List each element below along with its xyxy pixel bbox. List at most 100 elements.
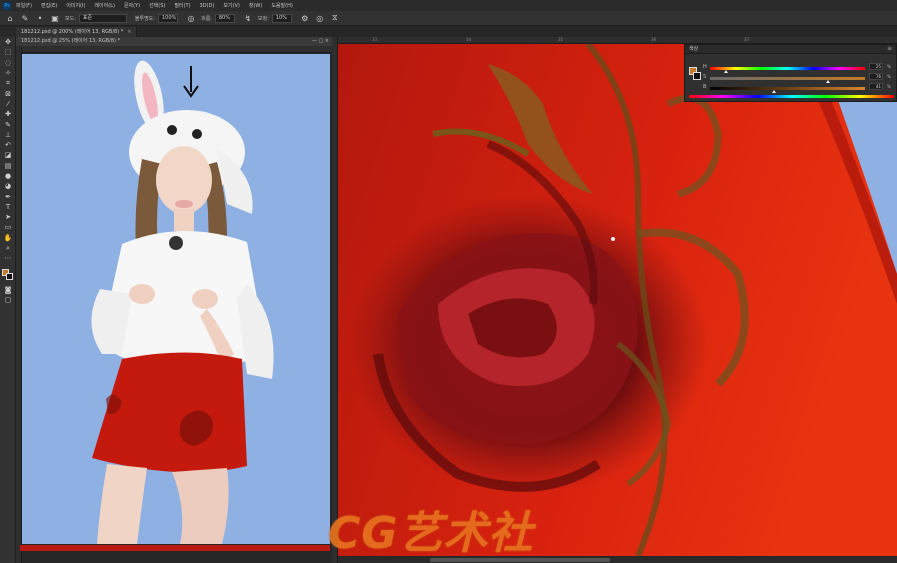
type-icon[interactable]: T	[0, 202, 16, 212]
left-document-title-text: 181212.psd @ 25% (레이어 13, RGB/8) *	[21, 38, 121, 44]
right-ruler-horizontal: 33 34 35 36 37	[338, 37, 897, 44]
quick-mask-icon[interactable]: ◙	[0, 285, 16, 295]
right-canvas-zoomed[interactable]	[338, 44, 897, 556]
saturation-value[interactable]: 76	[869, 73, 883, 80]
smoothing-label: 보정:	[257, 15, 269, 22]
pressure-opacity-icon[interactable]: ◎	[186, 13, 196, 23]
pressure-size-icon[interactable]: ◎	[315, 13, 325, 23]
hue-track[interactable]	[710, 67, 865, 70]
ruler-tick-label: 36	[651, 37, 657, 42]
marquee-icon[interactable]: ⬚	[0, 47, 16, 57]
menu-select[interactable]: 선택(S)	[149, 2, 165, 9]
brightness-label: B	[703, 84, 707, 90]
home-icon[interactable]: ⌂	[5, 13, 15, 23]
opacity-label: 불투명도:	[134, 15, 155, 22]
tools-panel: ✥ ⬚ ◌ ✧ ⌗ ⊠ ⁄ ✚ ✎ ⊥ ↶ ◪ ▤ ● ◕ ✒ T ➤ ▭ ✋ …	[0, 37, 16, 563]
symmetry-icon[interactable]: ⧖	[330, 13, 340, 23]
menu-layer[interactable]: 레이어(L)	[94, 2, 115, 9]
left-canvas-scroll-indicator[interactable]	[20, 545, 330, 551]
gradient-icon[interactable]: ▤	[0, 161, 16, 171]
more-icon[interactable]: ⋯	[0, 253, 16, 263]
brightness-unit: %	[887, 84, 891, 89]
crop-icon[interactable]: ⌗	[0, 78, 16, 88]
window-controls-icon[interactable]: — ▢ ×	[312, 37, 329, 46]
mode-label: 모드:	[65, 15, 76, 22]
saturation-thumb[interactable]	[825, 80, 830, 83]
options-bar: ⌂ ✎ • ▣ 모드: 표준 불투명도: 100% ◎ 흐름: 80% ↯ 보정…	[0, 11, 897, 26]
tab-document[interactable]: 181212.psd @ 200% (레이어 13, RGB/8) * ×	[16, 27, 138, 37]
menu-view[interactable]: 보기(V)	[223, 2, 240, 9]
ruler-tick-label: 37	[744, 37, 750, 42]
menu-type[interactable]: 문자(Y)	[124, 2, 140, 9]
hue-unit: %	[887, 64, 891, 69]
saturation-track[interactable]	[710, 77, 865, 80]
brightness-track[interactable]	[710, 87, 865, 90]
path-select-icon[interactable]: ➤	[0, 212, 16, 222]
zoom-icon[interactable]: ⌕	[0, 243, 16, 253]
hue-value[interactable]: 25	[869, 63, 883, 70]
move-icon[interactable]: ✥	[0, 37, 16, 47]
illustration-girl-in-bunny-hood	[91, 60, 274, 544]
saturation-slider[interactable]: S 76 %	[703, 73, 895, 83]
hue-thumb[interactable]	[723, 70, 728, 73]
airbrush-icon[interactable]: ↯	[243, 13, 253, 23]
flow-field[interactable]: 80%	[214, 13, 235, 23]
menu-3d[interactable]: 3D(D)	[200, 3, 215, 9]
hue-slider[interactable]: H 25 %	[703, 63, 895, 73]
menu-edit[interactable]: 편집(E)	[41, 2, 57, 9]
brightness-thumb[interactable]	[771, 90, 776, 93]
left-canvas[interactable]	[22, 54, 330, 544]
menu-file[interactable]: 파일(F)	[16, 2, 32, 9]
menu-bar: Ps 파일(F) 편집(E) 이미지(I) 레이어(L) 문자(Y) 선택(S)…	[0, 0, 897, 11]
menu-help[interactable]: 도움말(H)	[271, 2, 292, 9]
pen-icon[interactable]: ✒	[0, 191, 16, 201]
brightness-value[interactable]: 41	[869, 83, 883, 90]
lasso-icon[interactable]: ◌	[0, 58, 16, 68]
history-brush-icon[interactable]: ↶	[0, 140, 16, 150]
healing-icon[interactable]: ✚	[0, 109, 16, 119]
smoothing-field[interactable]: 10%	[271, 13, 292, 23]
brightness-slider[interactable]: B 41 %	[703, 83, 895, 93]
background-color-swatch[interactable]	[6, 273, 13, 280]
eraser-icon[interactable]: ◪	[0, 150, 16, 160]
photoshop-logo[interactable]: Ps	[3, 1, 11, 10]
brush-preset-icon[interactable]: ✎	[20, 13, 30, 23]
left-document-title: 181212.psd @ 25% (레이어 13, RGB/8) * — ▢ ×	[16, 37, 332, 46]
hue-label: H	[703, 64, 707, 70]
saturation-label: S	[703, 74, 707, 80]
frame-icon[interactable]: ⊠	[0, 88, 16, 98]
color-spectrum-bar[interactable]	[689, 95, 894, 98]
menu-window[interactable]: 창(W)	[249, 2, 262, 9]
dodge-icon[interactable]: ◕	[0, 181, 16, 191]
color-panel: 색상 ≡ H 25 % S 76 % B 41 %	[684, 44, 897, 102]
color-panel-title[interactable]: 색상	[689, 46, 698, 52]
smoothing-options-icon[interactable]: ⚙	[300, 13, 310, 23]
panel-menu-icon[interactable]: ≡	[887, 45, 892, 53]
blur-icon[interactable]: ●	[0, 171, 16, 181]
ruler-tick-label: 35	[558, 37, 564, 42]
eyedropper-icon[interactable]: ⁄	[0, 99, 16, 109]
screen-mode-icon[interactable]: ▢	[0, 295, 16, 305]
opacity-field[interactable]: 100%	[157, 13, 178, 23]
hand-icon[interactable]: ✋	[0, 233, 16, 243]
menu-image[interactable]: 이미지(I)	[66, 2, 85, 9]
left-ruler-horizontal	[22, 46, 332, 53]
quick-select-icon[interactable]: ✧	[0, 68, 16, 78]
panel-background-swatch[interactable]	[693, 72, 701, 80]
brush-panel-icon[interactable]: ▣	[50, 13, 60, 23]
tab-title: 181212.psd @ 200% (레이어 13, RGB/8) *	[21, 29, 124, 35]
watermark-logo: CG艺术社	[328, 508, 534, 559]
ruler-tick-label: 33	[372, 37, 378, 42]
color-panel-header: 색상 ≡	[685, 45, 896, 54]
mode-select[interactable]: 표준	[78, 13, 127, 23]
brush-size-icon[interactable]: •	[35, 13, 45, 23]
brush-icon[interactable]: ✎	[0, 119, 16, 129]
rectangle-icon[interactable]: ▭	[0, 222, 16, 232]
menu-filter[interactable]: 필터(T)	[174, 2, 190, 9]
document-tab-bar: 181212.psd @ 200% (레이어 13, RGB/8) * ×	[16, 26, 897, 37]
flow-label: 흐름:	[200, 15, 212, 22]
saturation-unit: %	[887, 74, 891, 79]
close-icon[interactable]: ×	[127, 29, 131, 35]
zoomed-rose-detail	[338, 44, 897, 556]
clone-stamp-icon[interactable]: ⊥	[0, 130, 16, 140]
